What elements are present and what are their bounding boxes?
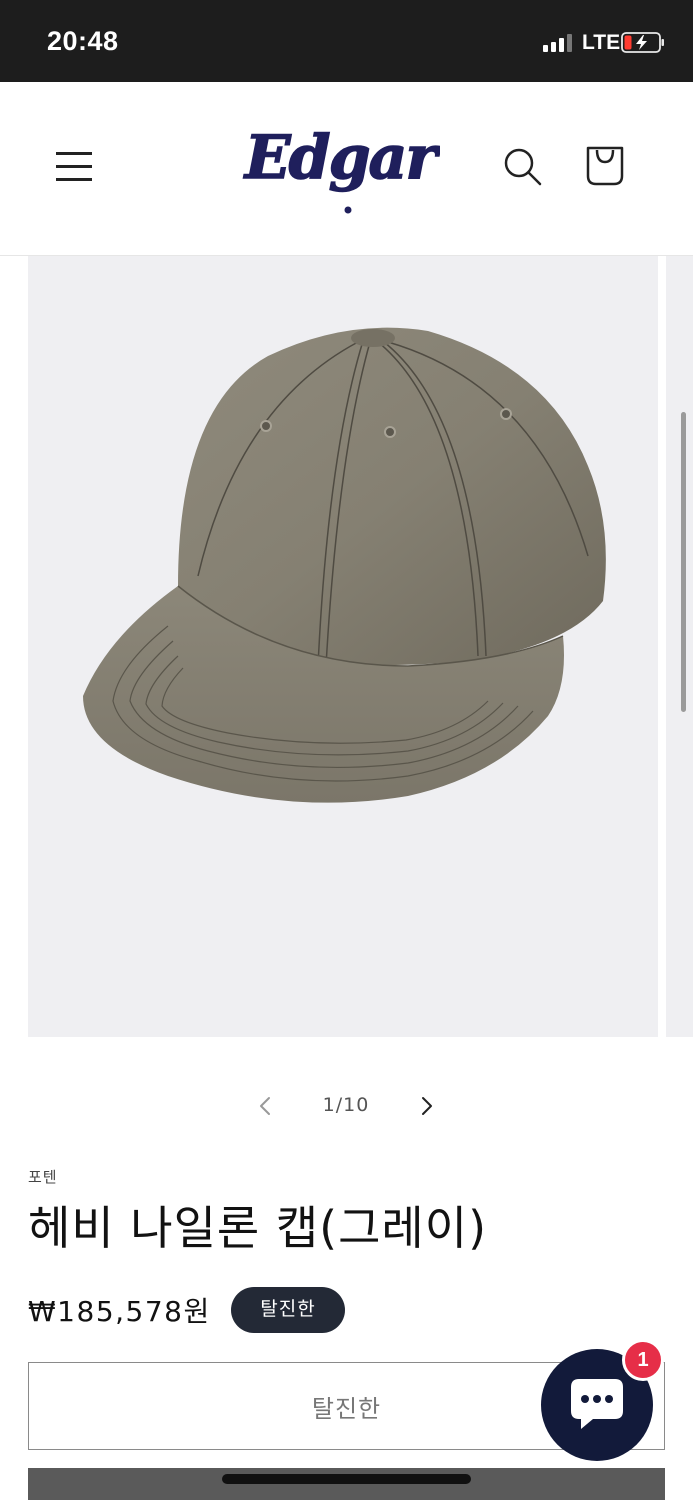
product-title: 헤비 나일론 캡(그레이) bbox=[28, 1201, 488, 1255]
product-image[interactable] bbox=[28, 256, 658, 1037]
buy-now-bar[interactable] bbox=[28, 1468, 665, 1500]
signal-icon bbox=[543, 34, 575, 52]
chat-unread-badge: 1 bbox=[622, 1339, 664, 1381]
next-slide-preview[interactable] bbox=[666, 256, 693, 1037]
search-icon[interactable] bbox=[500, 144, 544, 188]
product-vendor: 포텐 bbox=[28, 1168, 58, 1186]
network-type: LTE bbox=[582, 31, 621, 54]
svg-text:Edgar: Edgar bbox=[243, 123, 440, 193]
sold-out-badge: 탈진한 bbox=[231, 1287, 345, 1333]
chevron-right-icon[interactable] bbox=[414, 1092, 440, 1120]
shopping-bag-icon[interactable] bbox=[582, 142, 628, 190]
status-bar: 20:48 LTE bbox=[0, 0, 693, 82]
product-price: ₩185,578원 bbox=[28, 1295, 211, 1328]
status-time: 20:48 bbox=[47, 26, 119, 56]
menu-button[interactable] bbox=[54, 148, 94, 184]
chevron-left-icon[interactable] bbox=[252, 1092, 278, 1120]
gallery-pager: 1/10 bbox=[0, 1086, 693, 1126]
logo[interactable]: Edgar bbox=[240, 108, 440, 226]
scrollbar[interactable] bbox=[681, 412, 686, 712]
slide-counter: 1/10 bbox=[322, 1094, 370, 1116]
hat-image bbox=[83, 327, 606, 803]
home-indicator[interactable] bbox=[222, 1474, 471, 1484]
battery-icon bbox=[621, 32, 664, 53]
site-header: Edgar bbox=[0, 82, 693, 256]
product-gallery[interactable] bbox=[0, 256, 693, 1038]
